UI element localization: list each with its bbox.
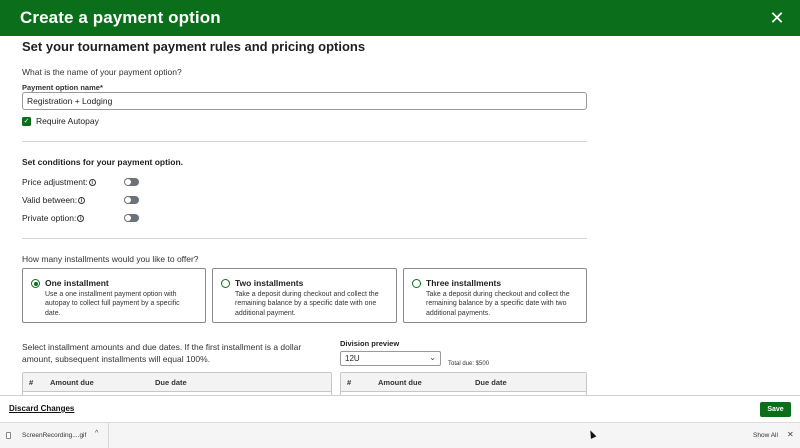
payment-name-input[interactable] <box>22 92 587 110</box>
divider <box>22 238 587 239</box>
name-question: What is the name of your payment option? <box>22 67 182 77</box>
installment-option-three[interactable]: Three installments Take a deposit during… <box>403 268 587 323</box>
installment-table-left: # Amount due Due date <box>22 372 332 395</box>
check-icon[interactable]: ✓ <box>22 116 31 126</box>
download-item[interactable]: ScreenRecording....gif ^ <box>0 423 109 448</box>
radio-icon[interactable] <box>221 279 230 288</box>
division-select-value: 12U <box>345 354 360 363</box>
installment-option-desc: Take a deposit during checkout and colle… <box>235 291 379 317</box>
modal-content: Set your tournament payment rules and pr… <box>22 36 588 395</box>
modal-title: Create a payment option <box>20 8 221 27</box>
installment-option-two[interactable]: Two installments Take a deposit during c… <box>212 268 397 323</box>
column-header-due-date: Due date <box>155 378 187 387</box>
file-icon <box>6 432 11 439</box>
installment-option-title: Two installments <box>235 278 304 288</box>
column-header-amount: Amount due <box>378 378 422 387</box>
installment-option-one[interactable]: One installment Use a one installment pa… <box>22 268 206 323</box>
chevron-down-icon: ⌄ <box>429 353 436 362</box>
download-file-name[interactable]: ScreenRecording....gif <box>22 432 86 439</box>
installment-option-title: One installment <box>45 278 109 288</box>
downloads-bar: ScreenRecording....gif ^ Show All ✕ <box>0 422 800 448</box>
column-header-amount: Amount due <box>50 378 94 387</box>
info-icon[interactable]: i <box>88 178 96 186</box>
info-icon[interactable]: i <box>78 196 86 204</box>
total-due: Total due: $500 <box>448 361 490 367</box>
installments-question: How many installments would you like to … <box>22 254 199 264</box>
conditions-title: Set conditions for your payment option. <box>22 157 184 167</box>
column-header-due-date: Due date <box>475 378 507 387</box>
table-header-row: # Amount due Due date <box>23 373 331 392</box>
installment-table-preview: # Amount due Due date <box>340 372 587 395</box>
installment-option-desc: Take a deposit during checkout and colle… <box>426 291 570 317</box>
payment-name-label: Payment option name* <box>22 83 103 92</box>
modal-footer: Discard Changes Save <box>0 395 800 422</box>
discard-changes-link[interactable]: Discard Changes <box>9 404 74 413</box>
condition-price-adjustment: Price adjustment: i <box>22 177 96 187</box>
section-title: Set your tournament payment rules and pr… <box>22 39 366 54</box>
require-autopay-checkbox[interactable]: ✓ Require Autopay <box>22 116 99 126</box>
valid-between-toggle[interactable] <box>124 196 139 204</box>
required-mark: * <box>99 83 103 92</box>
save-button[interactable]: Save <box>760 402 791 417</box>
close-icon[interactable]: ✕ <box>768 9 786 27</box>
column-header-number: # <box>347 378 352 387</box>
division-select[interactable]: 12U ⌄ <box>340 351 441 366</box>
division-preview-label: Division preview <box>340 339 400 348</box>
chevron-up-icon[interactable]: ^ <box>95 430 98 437</box>
price-adjustment-toggle[interactable] <box>124 178 139 186</box>
condition-private-option: Private option: i <box>22 213 85 223</box>
installment-amounts-text: Select installment amounts and due dates… <box>22 342 302 364</box>
condition-label: Price adjustment: <box>22 177 88 187</box>
info-icon[interactable]: i <box>77 214 85 222</box>
table-header-row: # Amount due Due date <box>341 373 586 392</box>
condition-label: Private option: <box>22 213 77 223</box>
payment-name-label-text: Payment option name <box>22 83 100 92</box>
close-icon[interactable]: ✕ <box>787 430 794 439</box>
condition-label: Valid between: <box>22 195 78 205</box>
require-autopay-label: Require Autopay <box>36 116 99 126</box>
show-all-button[interactable]: Show All <box>753 432 778 439</box>
radio-selected-icon[interactable] <box>31 279 40 288</box>
private-option-toggle[interactable] <box>124 214 139 222</box>
installment-option-title: Three installments <box>426 278 502 288</box>
column-header-number: # <box>29 378 34 387</box>
modal-header: Create a payment option ✕ <box>0 0 800 36</box>
radio-icon[interactable] <box>412 279 421 288</box>
installment-option-desc: Use a one installment payment option wit… <box>45 291 180 317</box>
condition-valid-between: Valid between: i <box>22 195 86 205</box>
divider <box>22 141 587 142</box>
